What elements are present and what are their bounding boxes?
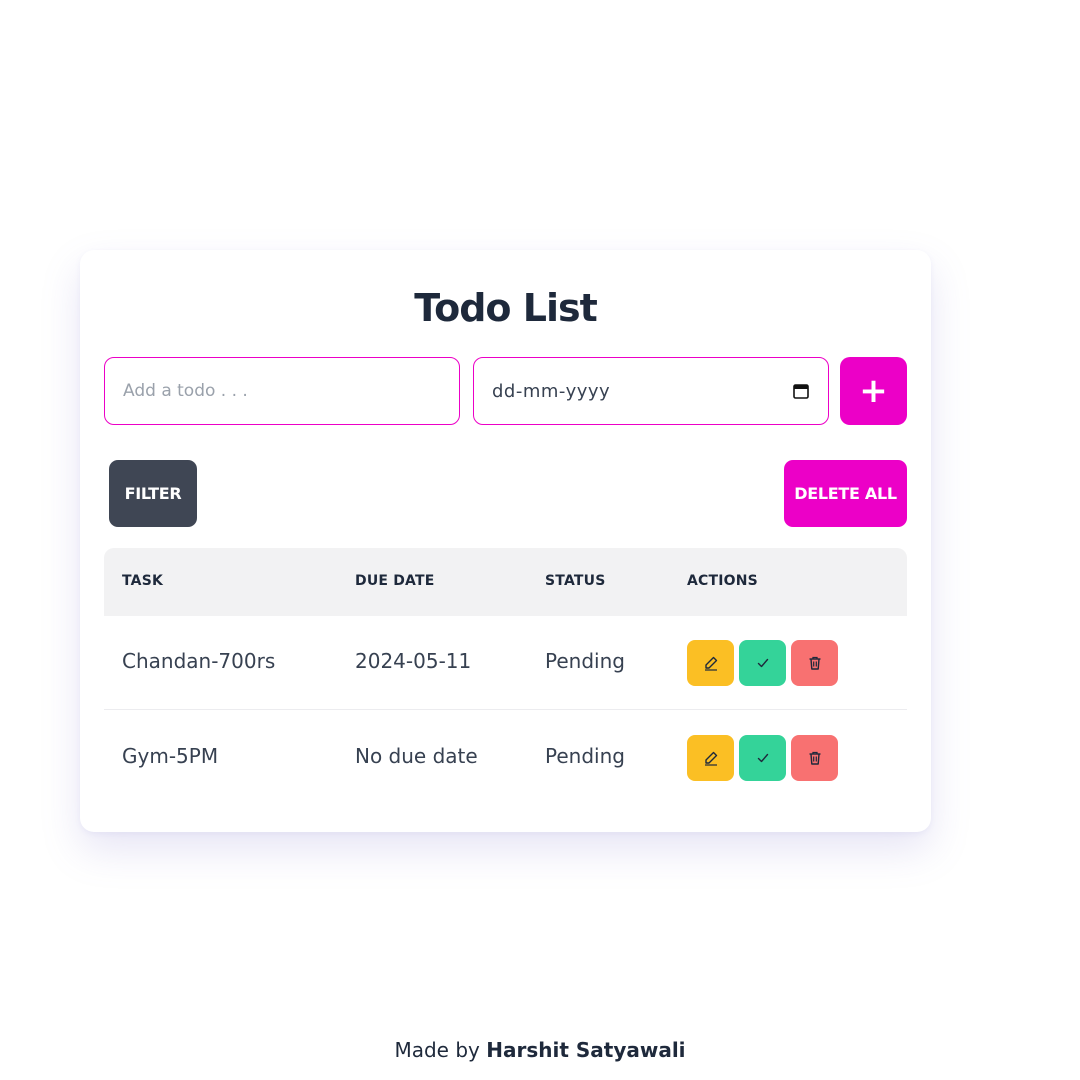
pencil-icon [704, 751, 717, 766]
status-cell: Pending [545, 744, 625, 768]
header-status: STATUS [545, 573, 606, 589]
header-task: TASK [122, 573, 164, 589]
header-due-date: DUE DATE [355, 573, 435, 589]
filter-button[interactable]: FILTER [109, 460, 197, 527]
table-row: Gym-5PM No due date Pending [104, 711, 907, 805]
delete-button[interactable] [791, 640, 838, 686]
add-todo-button[interactable]: + [840, 357, 907, 425]
footer-author: Harshit Satyawali [486, 1038, 686, 1062]
complete-button[interactable] [739, 735, 786, 781]
trash-icon [809, 751, 820, 765]
complete-button[interactable] [739, 640, 786, 686]
due-date-cell: No due date [355, 744, 478, 768]
delete-button[interactable] [791, 735, 838, 781]
page-title: Todo List [414, 286, 598, 330]
edit-button[interactable] [687, 735, 734, 781]
table-row: Chandan-700rs 2024-05-11 Pending [104, 616, 907, 710]
task-cell: Chandan-700rs [122, 649, 276, 673]
date-placeholder: dd-mm-yyyy [492, 380, 611, 402]
table-header: TASK DUE DATE STATUS ACTIONS [104, 548, 907, 616]
calendar-icon[interactable] [792, 382, 810, 400]
due-date-field[interactable]: dd-mm-yyyy [473, 357, 829, 425]
delete-all-button[interactable]: DELETE ALL [784, 460, 907, 527]
row-actions [687, 735, 838, 781]
todo-card: Todo List dd-mm-yyyy + FILTER DELETE ALL… [80, 250, 931, 832]
check-icon [757, 753, 768, 763]
footer-prefix: Made by [394, 1038, 487, 1062]
todo-input[interactable] [123, 358, 441, 424]
header-actions: ACTIONS [687, 573, 758, 589]
due-date-cell: 2024-05-11 [355, 649, 472, 673]
edit-button[interactable] [687, 640, 734, 686]
footer-credit: Made by Harshit Satyawali [0, 1038, 1080, 1062]
todo-input-field[interactable] [104, 357, 460, 425]
pencil-icon [704, 656, 717, 671]
trash-icon [809, 656, 820, 670]
row-actions [687, 640, 838, 686]
check-icon [757, 658, 768, 668]
status-cell: Pending [545, 649, 625, 673]
task-cell: Gym-5PM [122, 744, 219, 768]
